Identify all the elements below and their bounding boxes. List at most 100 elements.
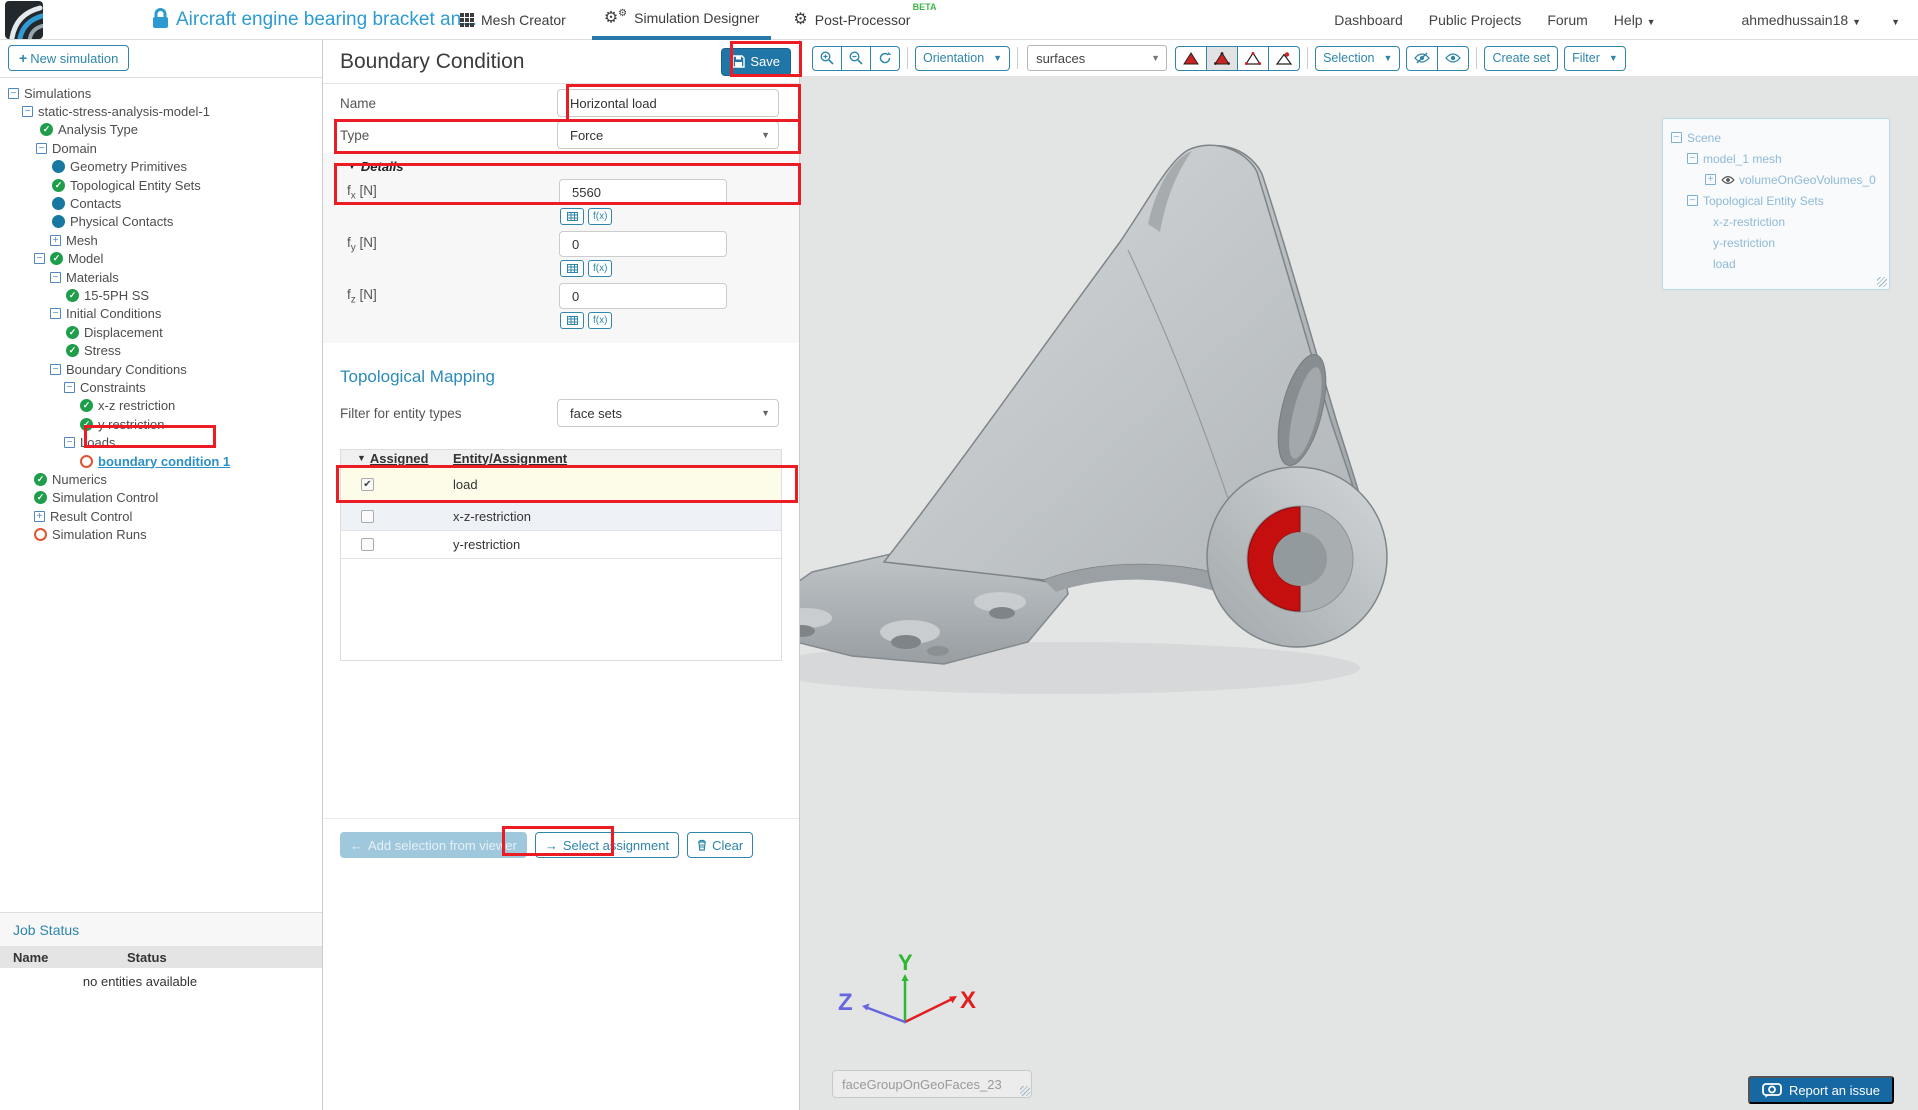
tree-expander-icon[interactable] <box>36 143 47 154</box>
tree-item[interactable]: Topological Entity Sets <box>0 176 322 194</box>
details-header[interactable]: ▼ Details <box>347 159 779 174</box>
tree-item[interactable]: Geometry Primitives <box>0 158 322 176</box>
render-mode-select[interactable]: surfaces ▼ <box>1027 45 1167 71</box>
entity-type-filter-select[interactable]: face sets ▼ <box>557 399 779 427</box>
wireframe-render-button[interactable] <box>1237 46 1269 71</box>
assigned-checkbox[interactable] <box>361 510 374 523</box>
nav-help[interactable]: Help▼ <box>1614 12 1656 28</box>
tab-simulation-designer[interactable]: ⚙⚙ Simulation Designer <box>592 0 772 40</box>
tree-expander-icon[interactable] <box>64 437 75 448</box>
filter-dropdown[interactable]: Filter ▼ <box>1564 46 1626 71</box>
viewer-canvas[interactable]: Y X Z Scene <box>800 76 1918 1110</box>
more-menu[interactable]: ▼ <box>1887 12 1900 28</box>
zoom-in-button[interactable] <box>812 46 842 71</box>
tree-item[interactable]: Constraints <box>0 378 322 396</box>
tree-item[interactable]: Stress <box>0 341 322 359</box>
name-input[interactable]: Horizontal load <box>557 89 779 117</box>
force-value-input[interactable]: 0 <box>559 231 727 257</box>
hide-selection-button[interactable] <box>1406 46 1438 71</box>
tree-item[interactable]: Numerics <box>0 470 322 488</box>
user-menu[interactable]: ahmedhussain18▼ <box>1742 12 1862 28</box>
scene-tree-item[interactable]: model_1 mesh <box>1663 148 1889 169</box>
surface-edges-render-button[interactable] <box>1206 46 1238 71</box>
tree-item[interactable]: x-z restriction <box>0 397 322 415</box>
project-title[interactable]: Aircraft engine bearing bracket an... <box>176 9 477 31</box>
zoom-out-button[interactable] <box>841 46 871 71</box>
tree-item[interactable]: 15-5PH SS <box>0 286 322 304</box>
tab-post-processor[interactable]: ⚙ Post-Processor BETA <box>781 0 940 40</box>
tree-item[interactable]: Materials <box>0 268 322 286</box>
simscale-logo[interactable] <box>5 1 43 39</box>
table-row[interactable]: x-z-restriction <box>341 503 781 531</box>
scene-tree-item[interactable]: volumeOnGeoVolumes_0 <box>1663 169 1889 190</box>
selection-dropdown[interactable]: Selection ▼ <box>1315 46 1400 71</box>
tree-item[interactable]: static-stress-analysis-model-1 <box>0 102 322 120</box>
tree-expander-icon[interactable] <box>34 253 45 264</box>
tree-item[interactable]: y restriction <box>0 415 322 433</box>
tree-expander-icon[interactable] <box>1705 174 1716 185</box>
save-button[interactable]: Save <box>721 48 791 76</box>
scene-tree-item[interactable]: Scene <box>1663 127 1889 148</box>
tree-item[interactable]: Initial Conditions <box>0 305 322 323</box>
assigned-column-header[interactable]: Assigned <box>370 451 429 466</box>
nav-forum[interactable]: Forum <box>1547 12 1587 28</box>
table-row[interactable]: load <box>341 467 781 503</box>
tree-expander-icon[interactable] <box>1687 195 1698 206</box>
formula-button[interactable]: f(x) <box>588 208 612 225</box>
eye-icon[interactable] <box>1721 175 1735 185</box>
tree-item[interactable]: Simulation Control <box>0 489 322 507</box>
new-simulation-button[interactable]: + New simulation <box>8 45 129 71</box>
tree-item[interactable]: Simulations <box>0 84 322 102</box>
force-value-input[interactable]: 5560 <box>559 179 727 205</box>
type-select[interactable]: Force ▼ <box>557 121 779 149</box>
resize-handle[interactable] <box>1020 1086 1030 1096</box>
surface-render-button[interactable] <box>1175 46 1207 71</box>
create-set-button[interactable]: Create set <box>1484 46 1558 71</box>
tree-item[interactable]: Physical Contacts <box>0 213 322 231</box>
tree-expander-icon[interactable] <box>50 308 61 319</box>
tree-item[interactable]: boundary condition 1 <box>0 452 322 470</box>
tree-expander-icon[interactable] <box>22 106 33 117</box>
table-input-button[interactable] <box>560 312 584 329</box>
tree-item[interactable]: Displacement <box>0 323 322 341</box>
face-group-label-input[interactable]: faceGroupOnGeoFaces_23 <box>832 1070 1032 1098</box>
tree-item[interactable]: Analysis Type <box>0 121 322 139</box>
table-input-button[interactable] <box>560 260 584 277</box>
add-selection-from-viewer-button[interactable]: ← Add selection from viewer <box>340 832 527 858</box>
tree-expander-icon[interactable] <box>34 511 45 522</box>
tree-expander-icon[interactable] <box>1671 132 1682 143</box>
nav-public-projects[interactable]: Public Projects <box>1429 12 1522 28</box>
scene-tree-item[interactable]: x-z-restriction <box>1663 211 1889 232</box>
report-issue-button[interactable]: Report an issue <box>1748 1076 1894 1104</box>
refresh-view-button[interactable] <box>870 46 900 71</box>
tree-expander-icon[interactable] <box>8 88 19 99</box>
tree-expander-icon[interactable] <box>1687 153 1698 164</box>
nav-dashboard[interactable]: Dashboard <box>1334 12 1403 28</box>
points-render-button[interactable] <box>1268 46 1300 71</box>
table-input-button[interactable] <box>560 208 584 225</box>
show-selection-button[interactable] <box>1437 46 1469 71</box>
scene-tree-item[interactable]: load <box>1663 253 1889 274</box>
scene-tree-item[interactable]: y-restriction <box>1663 232 1889 253</box>
formula-button[interactable]: f(x) <box>588 312 612 329</box>
assigned-checkbox[interactable] <box>361 478 374 491</box>
tree-item[interactable]: Simulation Runs <box>0 525 322 543</box>
assigned-checkbox[interactable] <box>361 538 374 551</box>
tree-item[interactable]: Domain <box>0 139 322 157</box>
select-assignment-button[interactable]: → Select assignment <box>535 832 679 858</box>
tree-expander-icon[interactable] <box>50 235 61 246</box>
tree-item[interactable]: Model <box>0 250 322 268</box>
entity-column-header[interactable]: Entity/Assignment <box>453 451 567 466</box>
tab-mesh-creator[interactable]: Mesh Creator <box>448 0 578 40</box>
tree-expander-icon[interactable] <box>64 382 75 393</box>
sort-triangle-icon[interactable]: ▼ <box>357 453 366 463</box>
scene-tree-item[interactable]: Topological Entity Sets <box>1663 190 1889 211</box>
tree-item[interactable]: Boundary Conditions <box>0 360 322 378</box>
orientation-dropdown[interactable]: Orientation ▼ <box>915 46 1010 71</box>
tree-expander-icon[interactable] <box>50 272 61 283</box>
table-row[interactable]: y-restriction <box>341 531 781 559</box>
force-value-input[interactable]: 0 <box>559 283 727 309</box>
resize-handle[interactable] <box>1877 277 1887 287</box>
tree-expander-icon[interactable] <box>50 364 61 375</box>
tree-item[interactable]: Contacts <box>0 194 322 212</box>
